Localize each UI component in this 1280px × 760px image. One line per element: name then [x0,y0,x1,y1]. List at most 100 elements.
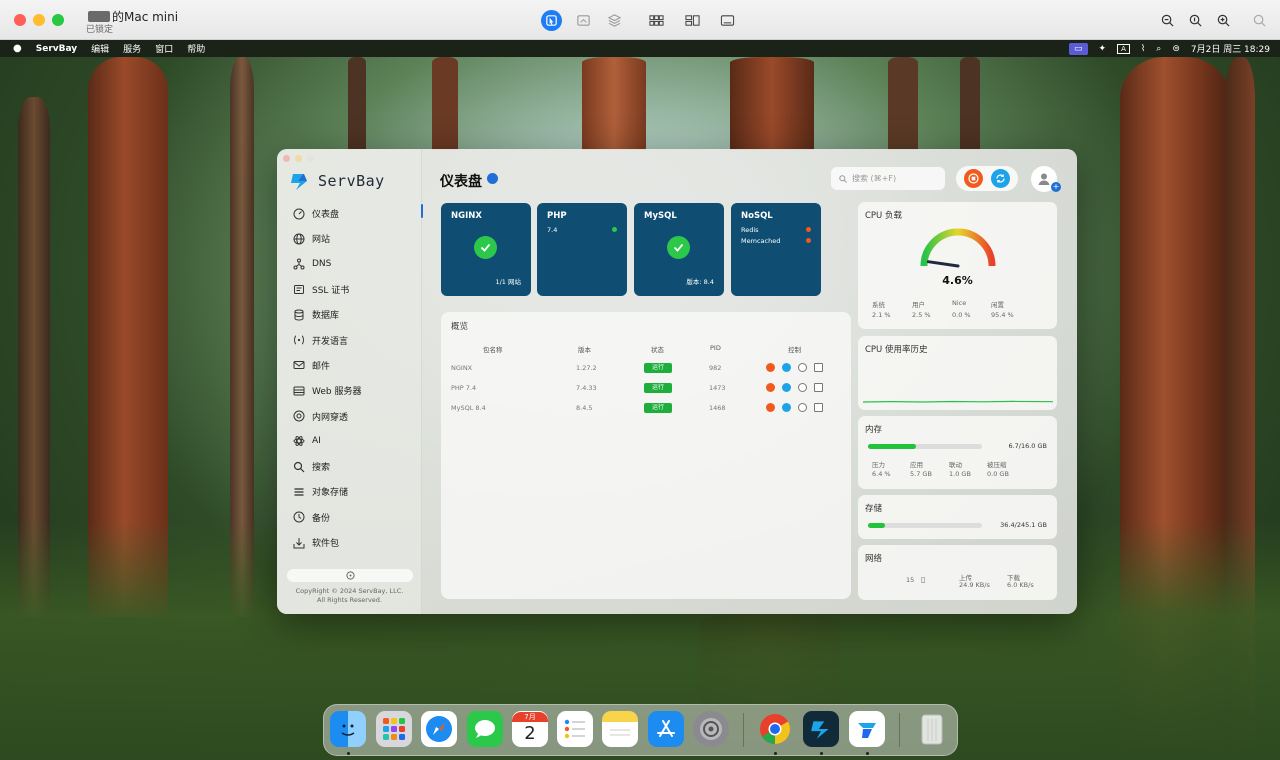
settings-icon[interactable] [798,383,807,392]
menu-window[interactable]: 窗口 [155,42,173,55]
dns-icon [292,258,305,271]
service-foot: 版本: 8.4 [686,278,714,286]
spotlight-icon[interactable]: ⌕ [1156,44,1161,54]
display-icon [720,14,734,26]
help-icon [345,571,355,580]
reminders-icon[interactable] [557,711,593,747]
input-method-icon[interactable]: A [1117,43,1130,54]
stop-icon [968,173,979,184]
layers-button[interactable] [603,10,625,30]
stop-icon[interactable] [766,383,775,392]
layers-icon [607,13,621,27]
search-icon [292,460,305,473]
todesk-icon[interactable] [849,711,885,747]
sidebar-item-mail[interactable]: 邮件 [277,353,422,378]
add-account-icon[interactable]: + [1051,182,1061,192]
sidebar-item-object-storage[interactable]: 对象存储 [277,479,422,504]
log-icon[interactable] [814,403,823,412]
status-badge: 运行 [644,383,672,393]
close-window-button[interactable] [14,14,26,26]
service-name: NGINX [451,211,482,221]
safari-icon[interactable] [421,711,457,747]
sidebar-item-database[interactable]: 数据库 [277,302,422,327]
sidebar-nav: 仪表盘 网站 DNS SSL 证书 数据库 开发语言 邮件 Web 服务器 内网… [277,201,422,555]
col-header-pid: PID [710,344,721,352]
service-card-nosql[interactable]: NoSQL Redis Memcached [731,203,821,296]
sidebar-item-label: Web 服务器 [312,387,362,398]
menu-services[interactable]: 服务 [123,42,141,55]
sidebar-item-ssl[interactable]: SSL 证书 [277,277,422,302]
app-store-icon[interactable] [648,711,684,747]
apple-menu-icon[interactable]: ● [13,43,22,54]
restart-all-button[interactable] [991,169,1010,188]
sidebar-item-tunnel[interactable]: 内网穿透 [277,403,422,428]
menu-edit[interactable]: 编辑 [91,42,109,55]
notes-icon[interactable] [602,711,638,747]
zoom-window-button[interactable] [52,14,64,26]
stop-icon[interactable] [766,363,775,372]
cpu-history-line [863,400,1053,403]
sidebar-item-dns[interactable]: DNS [277,252,422,277]
status-badge: 运行 [644,363,672,373]
sidebar-item-ai[interactable]: AI [277,429,422,454]
messages-icon[interactable] [467,711,503,747]
log-icon[interactable] [814,383,823,392]
menu-help[interactable]: 帮助 [187,42,205,55]
sidebar-item-websites[interactable]: 网站 [277,226,422,251]
scale-mode-button[interactable] [572,10,594,30]
wifi-off-icon[interactable]: ⌇ [1141,44,1145,54]
restart-icon[interactable] [782,363,791,372]
cpu-load-value: 4.6% [942,274,973,287]
restart-icon[interactable] [782,383,791,392]
control-center-icon[interactable]: ⊜ [1172,44,1180,54]
system-settings-icon[interactable] [693,711,729,747]
finder-icon[interactable] [330,711,366,747]
global-controls [956,166,1018,191]
fullscreen-button[interactable] [716,10,738,30]
split-view-button[interactable] [681,10,703,30]
stop-icon[interactable] [766,403,775,412]
sidebar-item-web-server[interactable]: Web 服务器 [277,378,422,403]
zoom-fit-button[interactable] [1184,10,1206,30]
memory-bar [868,444,982,449]
memory-title: 内存 [865,425,883,435]
pointer-mode-button[interactable] [541,10,562,31]
settings-icon[interactable] [798,363,807,372]
servbay-status-icon[interactable]: ✦ [1099,44,1107,54]
sidebar-item-backup[interactable]: 备份 [277,505,422,530]
col-header-version: 版本 [578,346,591,354]
php-version-row: 7.4 [547,226,617,234]
zoom-in-button[interactable] [1212,10,1234,30]
brand: ServBay [289,170,385,192]
storage-title: 存储 [865,504,883,514]
minimize-window-button[interactable] [33,14,45,26]
globe-icon [292,232,305,245]
search-input[interactable]: 搜索 (⌘+F) [831,167,945,190]
zoom-out-button[interactable] [1156,10,1178,30]
cursor-icon [546,15,557,26]
chrome-icon[interactable] [757,711,793,747]
sidebar-item-languages[interactable]: 开发语言 [277,327,422,352]
servbay-icon[interactable] [803,711,839,747]
calendar-icon[interactable]: 7月 2 [512,711,548,747]
trash-icon[interactable] [914,711,950,747]
service-card-mysql[interactable]: MySQL 版本: 8.4 [634,203,724,296]
service-card-php[interactable]: PHP 7.4 [537,203,627,296]
sidebar-item-packages[interactable]: 软件包 [277,530,422,555]
sidebar-item-dashboard[interactable]: 仪表盘 [277,201,422,226]
service-card-nginx[interactable]: NGINX 1/1 网站 [441,203,531,296]
screen-sharing-icon[interactable]: ▭ [1069,42,1088,55]
restart-icon[interactable] [782,403,791,412]
launchpad-icon[interactable] [376,711,412,747]
refresh-badge-icon[interactable] [487,173,498,184]
network-device-icon: ▯ [921,575,926,584]
grid-view-button[interactable] [645,10,667,30]
log-icon[interactable] [814,363,823,372]
settings-icon[interactable] [798,403,807,412]
stop-all-button[interactable] [964,169,983,188]
menu-app-name[interactable]: ServBay [36,44,77,54]
help-button[interactable] [287,569,413,582]
sidebar-item-search[interactable]: 搜索 [277,454,422,479]
zoom-actual-button[interactable] [1248,10,1270,30]
menubar-clock[interactable]: 7月2日 周三 18:29 [1191,42,1270,55]
